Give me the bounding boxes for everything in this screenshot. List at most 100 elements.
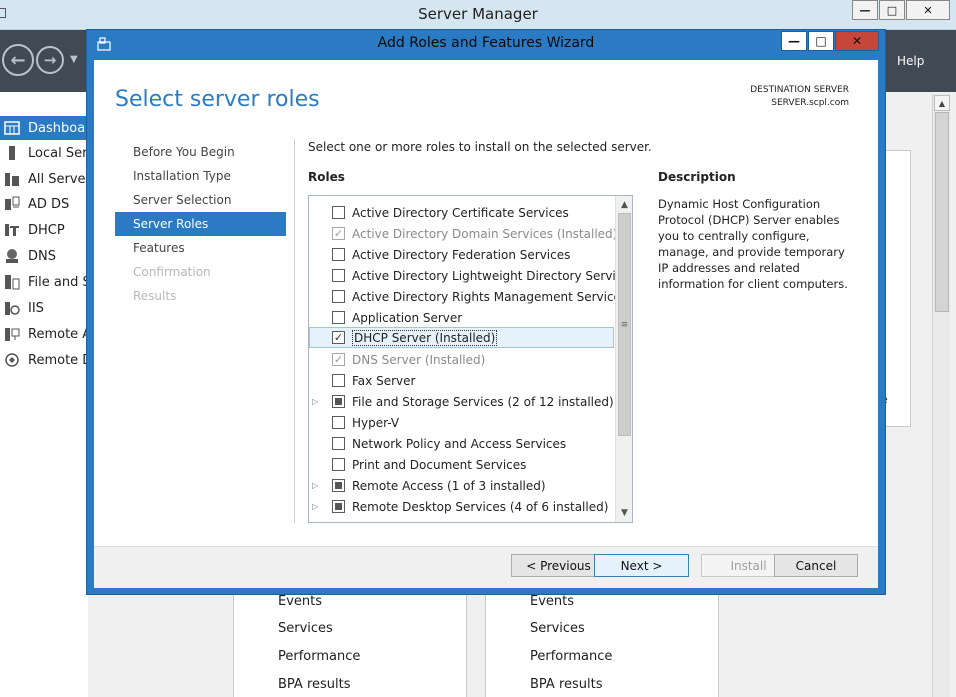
maximize-button[interactable]: □ bbox=[879, 0, 905, 20]
role-dhcp-server[interactable]: ✓ DHCP Server (Installed) bbox=[309, 327, 614, 348]
role-ad-domain-services[interactable]: ✓ Active Directory Domain Services (Inst… bbox=[309, 223, 617, 244]
sidebar-item-label: DHCP bbox=[28, 222, 65, 238]
wizard-body: Select server roles DESTINATION SERVER S… bbox=[94, 60, 878, 588]
step-confirmation: Confirmation bbox=[133, 265, 211, 279]
role-checkbox[interactable] bbox=[332, 458, 345, 471]
chevron-down-icon[interactable]: ▼ bbox=[70, 54, 78, 65]
background-panel bbox=[885, 150, 911, 427]
step-features[interactable]: Features bbox=[115, 236, 286, 260]
sidebar-item-ad-ds[interactable]: AD DS bbox=[0, 192, 88, 216]
expand-arrow-icon[interactable]: ▷ bbox=[312, 397, 320, 406]
step-results: Results bbox=[133, 289, 177, 303]
role-hyper-v[interactable]: Hyper-V bbox=[309, 412, 614, 433]
role-checkbox[interactable] bbox=[332, 290, 345, 303]
sidebar-item-dashboard[interactable]: Dashboard bbox=[0, 116, 88, 140]
sidebar-item-iis[interactable]: IIS bbox=[0, 296, 88, 320]
role-network-policy-access[interactable]: Network Policy and Access Services bbox=[309, 433, 614, 454]
role-checkbox: ✓ bbox=[332, 227, 345, 240]
next-button[interactable]: Next > bbox=[594, 554, 689, 577]
sidebar-item-label: Remote Access bbox=[28, 326, 88, 342]
tile-link-bpa-results[interactable]: BPA results bbox=[278, 677, 351, 692]
tile-link-services[interactable]: Services bbox=[278, 621, 333, 636]
role-remote-desktop-services[interactable]: ▷ Remote Desktop Services (4 of 6 instal… bbox=[309, 496, 614, 517]
role-checkbox[interactable] bbox=[332, 269, 345, 282]
wizard-close-button[interactable]: ✕ bbox=[835, 31, 879, 51]
roles-scrollbar[interactable]: ▲ ≡ ▼ bbox=[615, 196, 632, 522]
destination-server-value: SERVER.scpl.com bbox=[771, 98, 849, 108]
help-menu[interactable]: Help bbox=[897, 54, 924, 68]
roles-list[interactable]: Active Directory Certificate Services ✓ … bbox=[308, 195, 633, 523]
role-print-document-services[interactable]: Print and Document Services bbox=[309, 454, 614, 475]
role-checkbox[interactable] bbox=[332, 500, 345, 513]
role-ad-rights-management-services[interactable]: Active Directory Rights Management Servi… bbox=[309, 286, 627, 307]
step-server-roles[interactable]: Server Roles bbox=[115, 212, 286, 236]
role-checkbox[interactable] bbox=[332, 395, 345, 408]
role-checkbox[interactable]: ✓ bbox=[332, 331, 345, 344]
tile-link-events[interactable]: Events bbox=[530, 594, 574, 609]
dhcp-icon bbox=[4, 222, 20, 238]
server-tile-2: Events Services Performance BPA results bbox=[485, 594, 719, 697]
expand-arrow-icon[interactable]: ▷ bbox=[312, 481, 320, 490]
main-scrollbar[interactable]: ▲ bbox=[932, 94, 950, 697]
minimize-button[interactable]: — bbox=[852, 0, 878, 20]
tile-link-performance[interactable]: Performance bbox=[278, 649, 360, 664]
server-manager-title: Server Manager bbox=[418, 5, 538, 23]
role-fax-server[interactable]: Fax Server bbox=[309, 370, 614, 391]
role-file-storage-services[interactable]: ▷ File and Storage Services (2 of 12 ins… bbox=[309, 391, 614, 412]
description-text: Dynamic Host Configuration Protocol (DHC… bbox=[658, 197, 848, 291]
steps-divider bbox=[294, 139, 295, 523]
scroll-up-button[interactable]: ▲ bbox=[934, 95, 950, 111]
role-checkbox[interactable] bbox=[332, 374, 345, 387]
sidebar-item-dhcp[interactable]: DHCP bbox=[0, 218, 88, 242]
role-checkbox[interactable] bbox=[332, 206, 345, 219]
description-label: Description bbox=[658, 170, 736, 184]
step-before-you-begin[interactable]: Before You Begin bbox=[115, 140, 286, 164]
role-remote-access[interactable]: ▷ Remote Access (1 of 3 installed) bbox=[309, 475, 614, 496]
expand-arrow-icon[interactable]: ▷ bbox=[312, 502, 320, 511]
role-checkbox[interactable] bbox=[332, 248, 345, 261]
server-icon bbox=[4, 145, 20, 161]
sidebar-item-label: Dashboard bbox=[28, 120, 88, 136]
instruction-text: Select one or more roles to install on t… bbox=[308, 140, 652, 154]
role-checkbox[interactable] bbox=[332, 416, 345, 429]
scroll-up-icon[interactable]: ▲ bbox=[617, 197, 632, 213]
wizard-minimize-button[interactable]: — bbox=[781, 31, 807, 51]
server-tile-1: Events Services Performance BPA results bbox=[233, 594, 467, 697]
role-dns-server[interactable]: ✓ DNS Server (Installed) bbox=[309, 349, 614, 370]
sidebar-item-label: All Servers bbox=[28, 171, 88, 187]
role-checkbox[interactable] bbox=[332, 437, 345, 450]
sidebar-item-label: Remote Desktop Services bbox=[28, 352, 88, 368]
scroll-thumb[interactable] bbox=[935, 112, 949, 312]
role-ad-certificate-services[interactable]: Active Directory Certificate Services bbox=[309, 202, 614, 223]
back-icon[interactable]: ← bbox=[2, 44, 34, 76]
iis-icon bbox=[4, 300, 20, 316]
sidebar-item-local-server[interactable]: Local Server bbox=[0, 141, 88, 165]
role-checkbox[interactable] bbox=[332, 311, 345, 324]
previous-button[interactable]: < Previous bbox=[511, 554, 606, 577]
sidebar-item-all-servers[interactable]: All Servers bbox=[0, 167, 88, 191]
sidebar-item-remote-desktop[interactable]: Remote Desktop Services bbox=[0, 348, 88, 372]
sidebar-item-label: File and Storage Services bbox=[28, 274, 88, 290]
forward-icon[interactable]: → bbox=[36, 46, 64, 74]
role-ad-lightweight-directory-services[interactable]: Active Directory Lightweight Directory S… bbox=[309, 265, 632, 286]
tile-link-services[interactable]: Services bbox=[530, 621, 585, 636]
remote-access-icon bbox=[4, 326, 20, 342]
tile-link-events[interactable]: Events bbox=[278, 594, 322, 609]
role-checkbox[interactable] bbox=[332, 479, 345, 492]
scroll-down-icon[interactable]: ▼ bbox=[617, 505, 632, 521]
tile-link-bpa-results[interactable]: BPA results bbox=[530, 677, 603, 692]
cancel-button[interactable]: Cancel bbox=[774, 554, 858, 577]
close-button[interactable]: ✕ bbox=[906, 0, 950, 20]
sidebar-item-remote-access[interactable]: Remote Access bbox=[0, 322, 88, 346]
wizard-maximize-button[interactable]: □ bbox=[808, 31, 834, 51]
scroll-thumb[interactable]: ≡ bbox=[618, 213, 631, 436]
dns-icon bbox=[4, 248, 20, 264]
step-server-selection[interactable]: Server Selection bbox=[115, 188, 286, 212]
tile-link-performance[interactable]: Performance bbox=[530, 649, 612, 664]
role-ad-federation-services[interactable]: Active Directory Federation Services bbox=[309, 244, 614, 265]
step-installation-type[interactable]: Installation Type bbox=[115, 164, 286, 188]
sidebar-item-dns[interactable]: DNS bbox=[0, 244, 88, 268]
role-application-server[interactable]: Application Server bbox=[309, 307, 614, 328]
sidebar-item-file-storage[interactable]: File and Storage Services bbox=[0, 270, 88, 294]
grip-icon: ≡ bbox=[620, 319, 629, 330]
